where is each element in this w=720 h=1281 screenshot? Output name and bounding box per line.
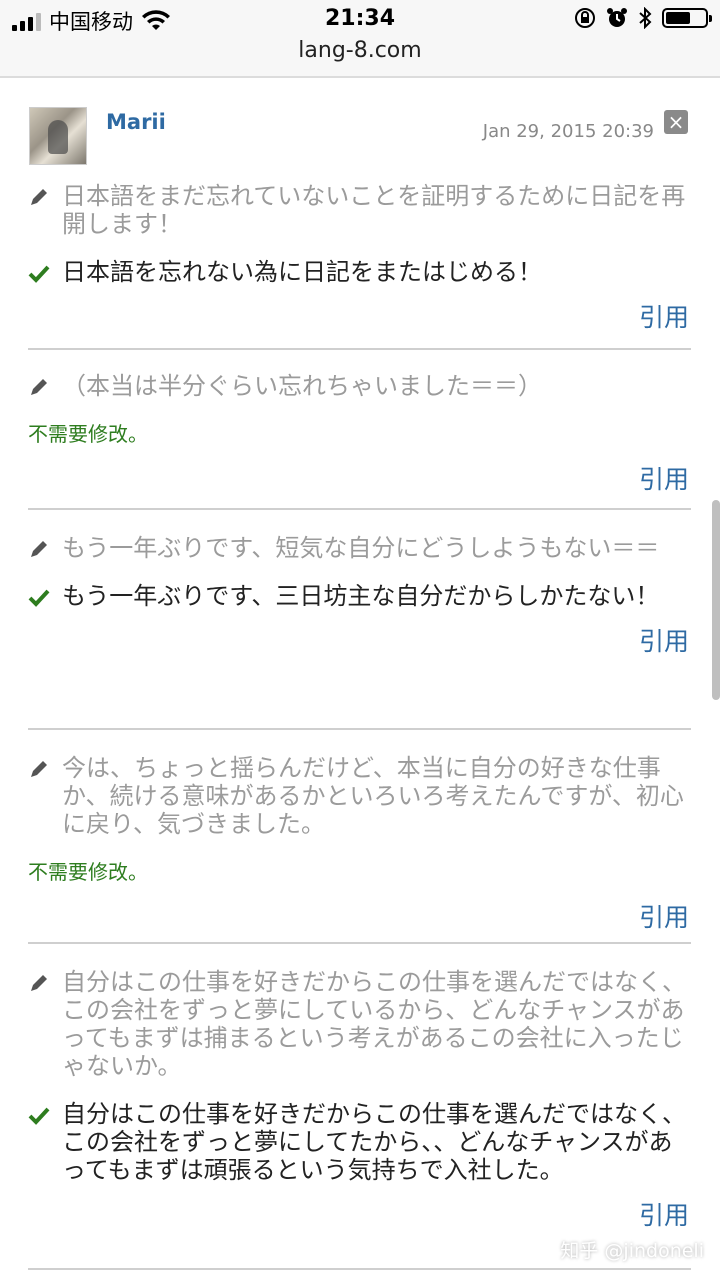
scrollbar[interactable]: [712, 500, 720, 700]
corrected-sentence: 日本語を忘れない為に日記をまたはじめる！: [28, 258, 691, 286]
pencil-icon: [31, 379, 47, 395]
no-change-needed: 不需要修改。: [28, 422, 148, 446]
pencil-icon: [31, 761, 47, 777]
bluetooth-icon: [639, 7, 652, 29]
corrected-sentence: もう一年ぶりです、三日坊主な自分だからしかたない！: [28, 582, 691, 610]
alarm-icon: [607, 8, 627, 27]
address-bar-url[interactable]: lang-8.com: [0, 38, 720, 63]
correction-item: 自分はこの仕事を好きだからこの仕事を選んだではなく、この会社をずっと夢にしている…: [28, 968, 691, 1270]
status-bar: 中国移动 21:34 lang-8.com: [0, 0, 720, 78]
quote-button[interactable]: 引用: [28, 460, 691, 496]
correction-item: もう一年ぶりです、短気な自分にどうしようもない＝＝ もう一年ぶりです、三日坊主な…: [28, 534, 691, 730]
status-right: [574, 7, 712, 29]
corrected-sentence: 自分はこの仕事を好きだからこの仕事を選んだではなく、この会社をずっと夢にしてたか…: [28, 1100, 691, 1184]
corrected-text: 日本語を忘れない為に日記をまたはじめる！: [62, 258, 542, 286]
battery-icon: [662, 8, 712, 28]
original-text: 自分はこの仕事を好きだからこの仕事を選んだではなく、この会社をずっと夢にしている…: [62, 968, 686, 1080]
close-button[interactable]: ×: [664, 110, 688, 134]
correction-item: 日本語をまだ忘れていないことを証明するために日記を再開します！ 日本語を忘れない…: [28, 182, 691, 350]
original-sentence: 日本語をまだ忘れていないことを証明するために日記を再開します！: [28, 182, 691, 238]
post-date: Jan 29, 2015 20:39: [482, 121, 654, 142]
corrected-text: もう一年ぶりです、三日坊主な自分だからしかたない！: [62, 582, 660, 610]
quote-button[interactable]: 引用: [28, 622, 691, 658]
original-text: もう一年ぶりです、短気な自分にどうしようもない＝＝: [62, 534, 660, 562]
original-text: 今は、ちょっと揺らんだけど、本当に自分の好きな仕事か、続ける意味があるかといろい…: [62, 754, 684, 838]
pencil-icon: [31, 541, 47, 557]
check-icon: [28, 1107, 50, 1125]
quote-button[interactable]: 引用: [28, 898, 691, 934]
original-sentence: （本当は半分ぐらい忘れちゃいました＝＝）: [28, 372, 691, 400]
check-icon: [28, 265, 50, 283]
check-icon: [28, 589, 50, 607]
pencil-icon: [31, 189, 47, 205]
original-sentence: もう一年ぶりです、短気な自分にどうしようもない＝＝: [28, 534, 691, 562]
avatar[interactable]: [29, 107, 87, 165]
quote-button[interactable]: 引用: [28, 1196, 691, 1232]
correction-item: （本当は半分ぐらい忘れちゃいました＝＝） 不需要修改。 引用: [28, 372, 691, 510]
original-sentence: 今は、ちょっと揺らんだけど、本当に自分の好きな仕事か、続ける意味があるかといろい…: [28, 754, 691, 838]
rotation-lock-icon: [575, 8, 595, 28]
no-change-needed: 不需要修改。: [28, 860, 148, 884]
watermark: 知乎 @jindoneli: [560, 1240, 704, 1262]
original-text: 日本語をまだ忘れていないことを証明するために日記を再開します！: [62, 182, 686, 238]
quote-button[interactable]: 引用: [28, 298, 691, 334]
pencil-icon: [31, 975, 47, 991]
corrected-text: 自分はこの仕事を好きだからこの仕事を選んだではなく、この会社をずっと夢にしてたか…: [62, 1100, 686, 1184]
correction-item: 今は、ちょっと揺らんだけど、本当に自分の好きな仕事か、続ける意味があるかといろい…: [28, 754, 691, 944]
original-text: （本当は半分ぐらい忘れちゃいました＝＝）: [62, 372, 542, 400]
original-sentence: 自分はこの仕事を好きだからこの仕事を選んだではなく、この会社をずっと夢にしている…: [28, 968, 691, 1080]
username-link[interactable]: Marii: [106, 110, 166, 134]
